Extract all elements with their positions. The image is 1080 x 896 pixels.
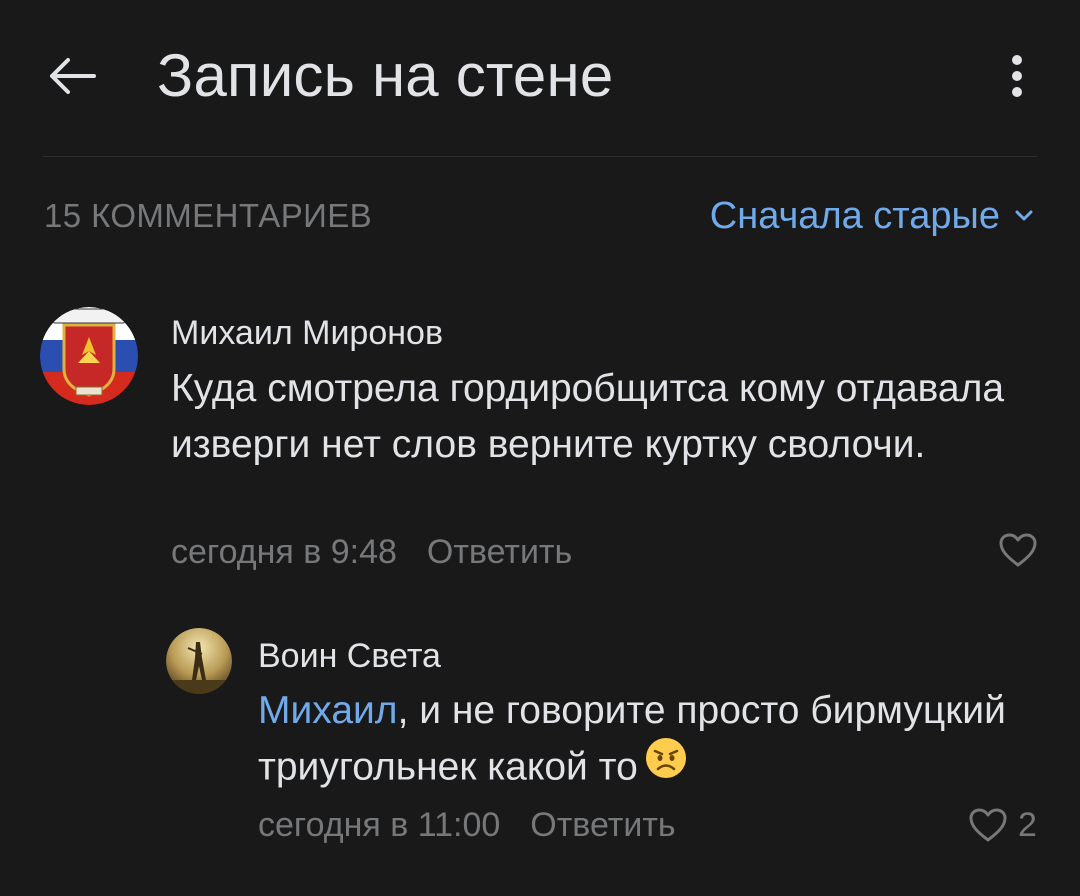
reply-button[interactable]: Ответить xyxy=(427,533,572,571)
like-count: 2 xyxy=(1018,806,1037,844)
chevron-down-icon xyxy=(1014,209,1034,223)
sort-order-label: Сначала старые xyxy=(709,195,1000,237)
warrior-avatar-image xyxy=(166,628,232,694)
top-bar: Запись на стене xyxy=(0,0,1080,156)
comments-count: 15 КОММЕНТАРИЕВ xyxy=(44,197,373,234)
comment-author[interactable]: Воин Света xyxy=(258,636,441,676)
comment-author[interactable]: Михаил Миронов xyxy=(171,313,443,353)
page-title: Запись на стене xyxy=(157,42,614,109)
comment-timestamp: сегодня в 11:00 xyxy=(258,806,501,844)
comment-timestamp: сегодня в 9:48 xyxy=(171,533,397,571)
angry-face-emoji xyxy=(644,736,688,796)
comment-text: Михаил, и не говорите просто бирмуцкий т… xyxy=(258,683,1018,799)
mention-link[interactable]: Михаил xyxy=(258,689,398,732)
coat-of-arms-avatar-image xyxy=(40,307,138,405)
comment-text: Куда смотрела гордиробщитса кому отдавал… xyxy=(171,367,1005,466)
more-vertical-icon xyxy=(1012,55,1022,97)
comment-meta: сегодня в 11:00 Ответить xyxy=(258,805,676,845)
comment-meta: сегодня в 9:48 Ответить xyxy=(171,532,572,572)
like-button[interactable]: 2 xyxy=(968,805,1037,845)
header-divider xyxy=(42,156,1038,157)
back-button[interactable] xyxy=(40,44,104,108)
avatar[interactable] xyxy=(40,307,138,405)
avatar[interactable] xyxy=(166,628,232,694)
like-button[interactable] xyxy=(998,532,1048,568)
arrow-left-icon xyxy=(50,58,96,94)
heart-outline-icon xyxy=(969,808,1007,842)
sort-order-dropdown[interactable]: Сначала старые xyxy=(710,194,1034,238)
more-options-button[interactable] xyxy=(990,44,1044,108)
reply-button[interactable]: Ответить xyxy=(530,806,675,844)
heart-outline-icon xyxy=(999,533,1037,567)
